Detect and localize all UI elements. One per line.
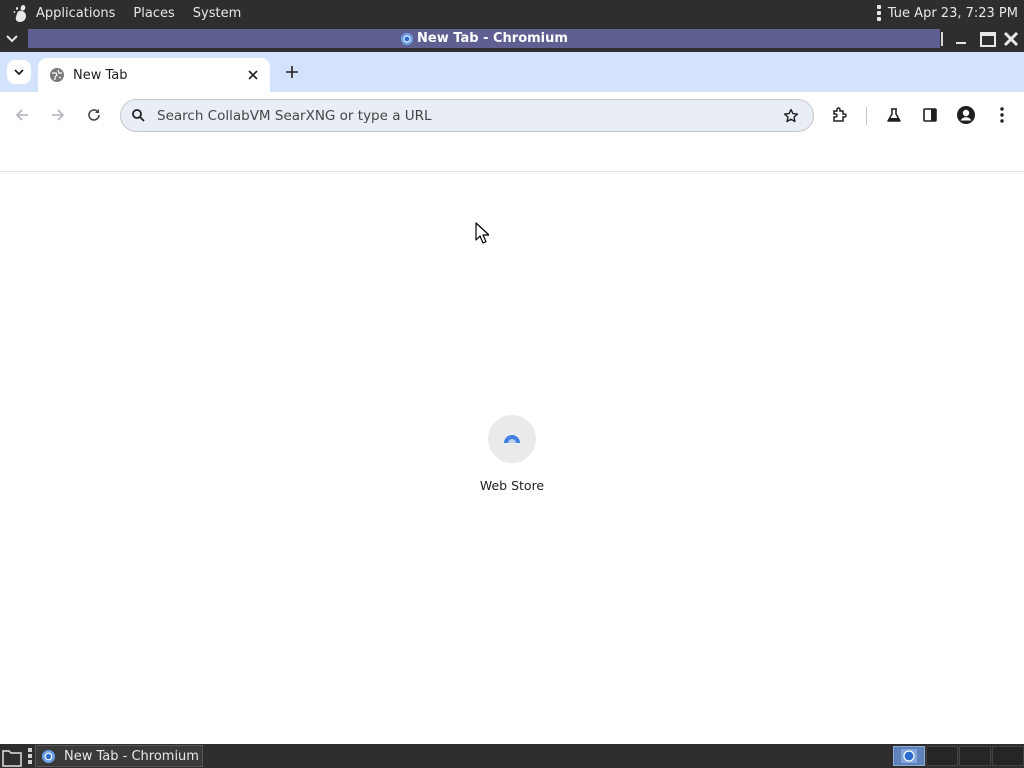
taskbar: New Tab - Chromium bbox=[0, 744, 1024, 768]
tab-close-button[interactable] bbox=[244, 66, 262, 84]
title-separator bbox=[941, 32, 943, 46]
tab-strip: New Tab bbox=[0, 52, 1024, 92]
forward-icon bbox=[52, 109, 65, 121]
tab-title: New Tab bbox=[73, 67, 128, 83]
bookmark-bar-area bbox=[0, 138, 1024, 172]
tab-search-button[interactable] bbox=[7, 60, 31, 84]
top-panel: Applications Places System Tue Apr 23, 7… bbox=[0, 0, 1024, 26]
places-menu[interactable]: Places bbox=[133, 6, 174, 21]
labs-button[interactable] bbox=[880, 101, 908, 129]
system-menu[interactable]: System bbox=[193, 6, 241, 21]
search-icon bbox=[130, 108, 146, 124]
close-icon bbox=[248, 70, 258, 80]
chevron-down-icon bbox=[6, 35, 18, 43]
show-desktop-icon[interactable] bbox=[1, 747, 23, 767]
browser-toolbar: Search CollabVM SearXNG or type a URL bbox=[0, 92, 1024, 138]
new-tab-page: Web Store bbox=[0, 172, 1024, 744]
workspace-3[interactable] bbox=[959, 746, 991, 766]
profile-icon bbox=[957, 106, 975, 124]
star-icon bbox=[783, 108, 799, 123]
minimize-icon bbox=[956, 42, 966, 44]
minimize-button[interactable] bbox=[951, 29, 971, 49]
maximize-icon bbox=[980, 32, 996, 47]
side-panel-icon bbox=[923, 108, 937, 122]
toolbar-separator bbox=[866, 107, 867, 125]
chromium-icon bbox=[901, 749, 917, 763]
chevron-down-icon bbox=[14, 68, 24, 75]
globe-icon bbox=[50, 68, 64, 82]
workspace-2[interactable] bbox=[926, 746, 958, 766]
maximize-button[interactable] bbox=[978, 29, 998, 49]
extensions-icon bbox=[833, 107, 847, 122]
clock[interactable]: Tue Apr 23, 7:23 PM bbox=[888, 6, 1018, 21]
panel-handle-icon bbox=[876, 5, 881, 21]
window-title-bar: New Tab - Chromium bbox=[0, 26, 1024, 52]
tab-new-tab[interactable]: New Tab bbox=[38, 58, 270, 92]
close-icon bbox=[1003, 31, 1019, 47]
taskbar-task-label: New Tab - Chromium bbox=[64, 748, 199, 764]
plus-icon bbox=[286, 66, 298, 78]
window-title[interactable]: New Tab - Chromium bbox=[28, 29, 940, 48]
shortcut-label: Web Store bbox=[479, 478, 545, 493]
more-menu-button[interactable] bbox=[988, 101, 1016, 129]
back-button[interactable] bbox=[8, 101, 36, 129]
chromium-icon bbox=[400, 32, 414, 45]
web-store-icon bbox=[488, 415, 536, 463]
browser-window: New Tab Search CollabVM SearXNG or type … bbox=[0, 52, 1024, 744]
more-menu-icon bbox=[1000, 107, 1004, 123]
window-menu-button[interactable] bbox=[2, 29, 22, 49]
taskbar-task-chromium[interactable]: New Tab - Chromium bbox=[35, 745, 203, 767]
shortcut-web-store[interactable]: Web Store bbox=[472, 414, 552, 498]
profile-button[interactable] bbox=[952, 101, 980, 129]
gnome-foot-icon[interactable] bbox=[10, 2, 32, 24]
taskbar-handle-icon bbox=[28, 748, 32, 764]
back-icon bbox=[15, 109, 28, 121]
omnibox-placeholder: Search CollabVM SearXNG or type a URL bbox=[157, 107, 432, 124]
new-tab-button[interactable] bbox=[280, 60, 304, 84]
window-title-text: New Tab - Chromium bbox=[417, 31, 568, 46]
reload-button[interactable] bbox=[80, 101, 108, 129]
close-window-button[interactable] bbox=[1001, 29, 1021, 49]
extensions-button[interactable] bbox=[826, 101, 854, 129]
chromium-icon bbox=[41, 749, 56, 763]
reload-icon bbox=[88, 109, 100, 121]
applications-menu[interactable]: Applications bbox=[36, 6, 115, 21]
labs-icon bbox=[887, 108, 901, 122]
side-panel-button[interactable] bbox=[916, 101, 944, 129]
workspace-4[interactable] bbox=[992, 746, 1024, 766]
bookmark-star-button[interactable] bbox=[781, 106, 801, 126]
forward-button[interactable] bbox=[44, 101, 72, 129]
omnibox[interactable]: Search CollabVM SearXNG or type a URL bbox=[120, 99, 814, 132]
workspace-1[interactable] bbox=[893, 746, 925, 766]
mouse-cursor-icon bbox=[475, 222, 489, 244]
